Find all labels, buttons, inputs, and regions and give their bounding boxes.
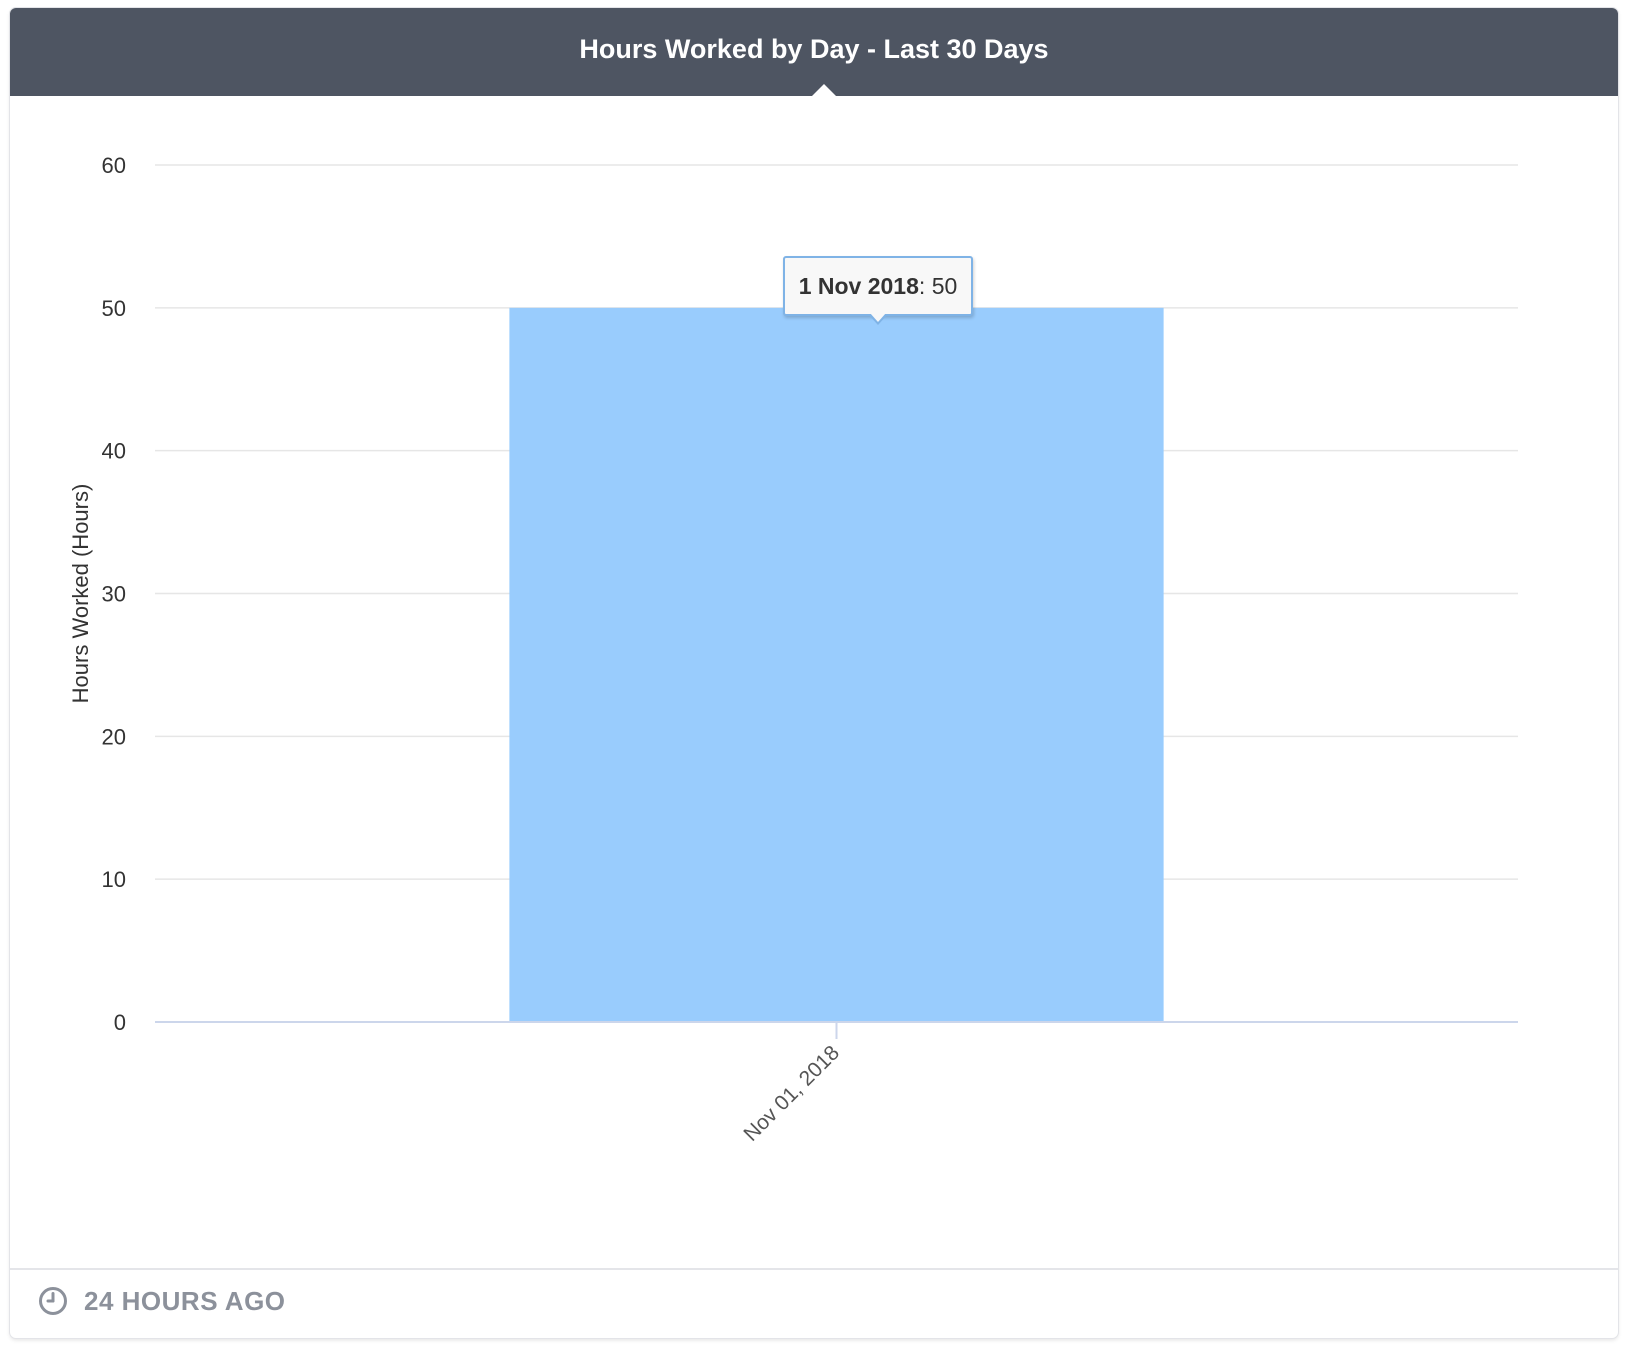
card-footer: 24 HOURS AGO (10, 1268, 1618, 1338)
y-axis-label: Hours Worked (Hours) (68, 484, 93, 704)
tooltip-value: 50 (931, 273, 958, 299)
x-axis: Nov 01, 2018 (155, 1021, 1518, 1146)
chart-card: Hours Worked by Day - Last 30 Days 0 10 20… (10, 8, 1618, 1338)
y-tick-label: 30 (102, 582, 126, 607)
bar (509, 307, 1164, 1022)
y-tick-label: 0 (114, 1010, 126, 1035)
y-tick-label: 40 (102, 439, 126, 464)
bar-chart: 0 10 20 30 40 50 60 Nov 01, 2018 Hours Worked … (68, 153, 1518, 1146)
clock-icon (39, 1287, 67, 1315)
tooltip-arrow-inner (870, 313, 886, 322)
y-axis-ticks: 0 10 20 30 40 50 60 (102, 153, 126, 1035)
y-tick-label: 10 (102, 867, 126, 892)
y-tick-label: 60 (102, 153, 126, 178)
tooltip-date: 1 Nov 2018 (798, 273, 919, 299)
y-tick-label: 20 (102, 724, 126, 749)
y-tick-label: 50 (102, 296, 126, 321)
bars (509, 307, 1164, 1022)
x-tick-label: Nov 01, 2018 (739, 1041, 844, 1146)
last-updated-text: 24 HOURS AGO (84, 1286, 286, 1316)
bar-tooltip: 1 Nov 2018: 50 (783, 256, 973, 316)
